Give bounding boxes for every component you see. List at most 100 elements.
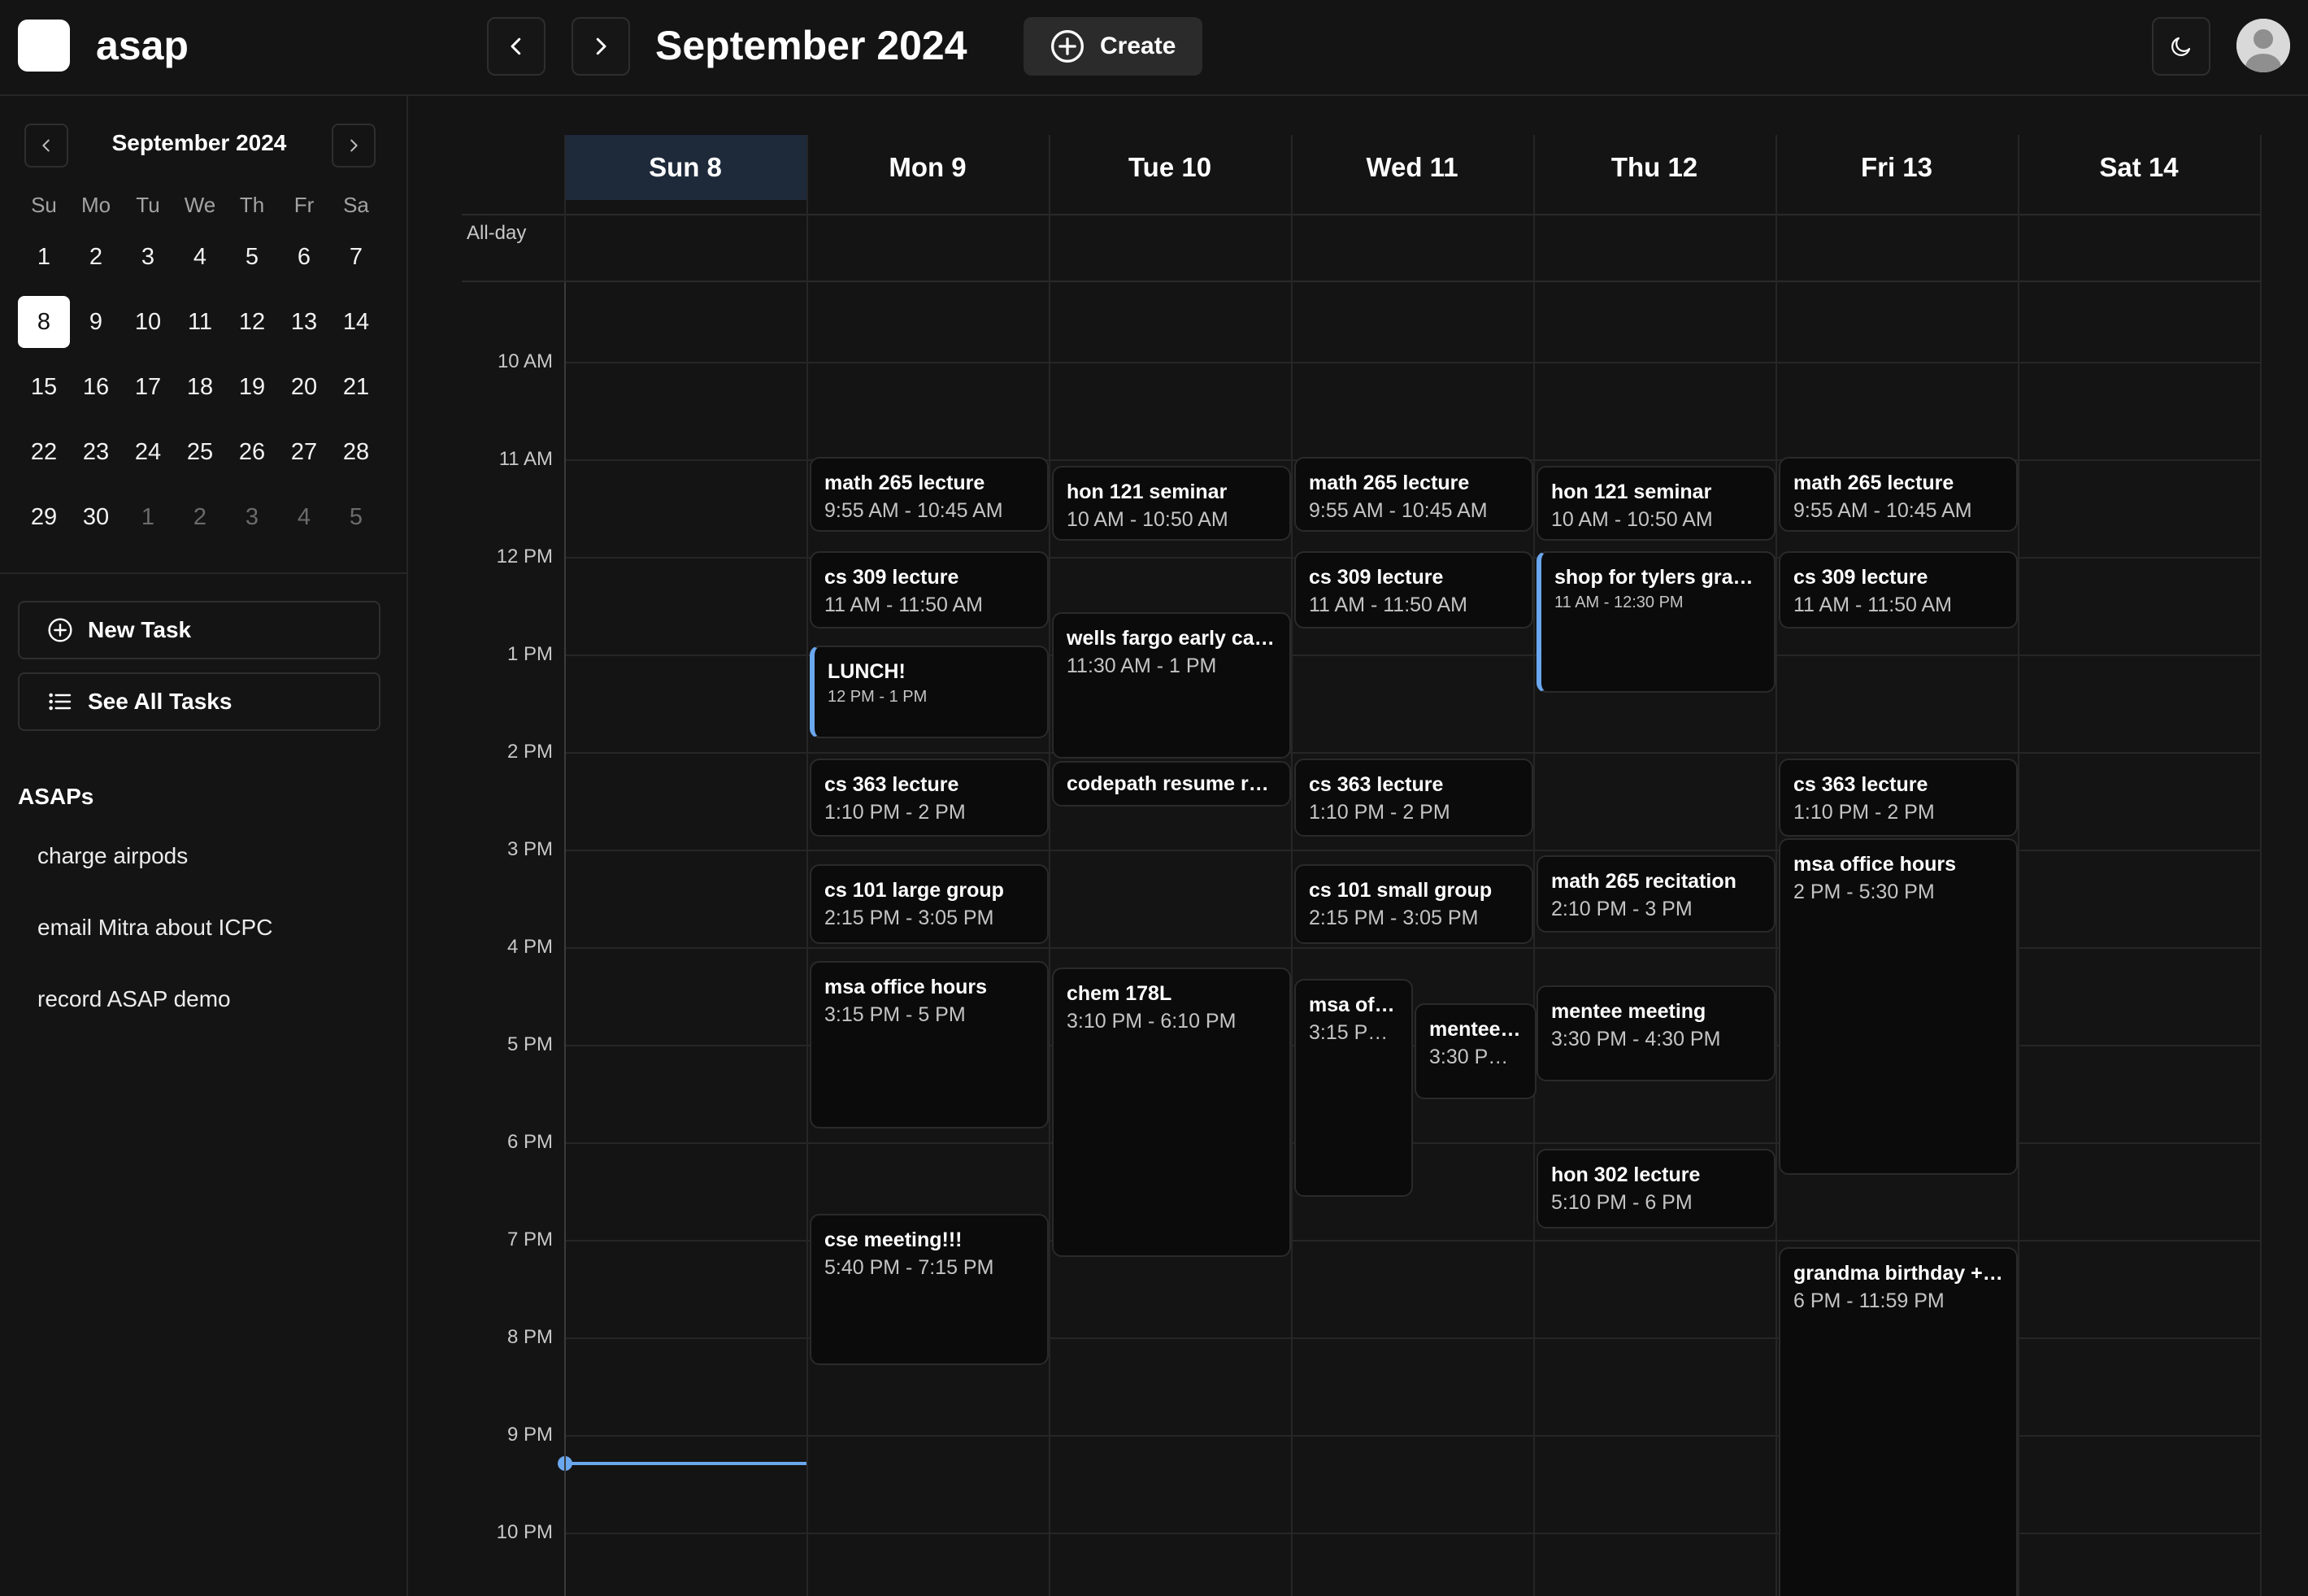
mini-day[interactable]: 11 [174,289,226,354]
calendar-event[interactable]: wells fargo early car... 11:30 AM - 1 PM [1052,612,1291,759]
mini-day[interactable]: 29 [18,485,70,550]
calendar-event[interactable]: cs 101 large group 2:15 PM - 3:05 PM [810,864,1049,944]
mini-day[interactable]: 26 [226,420,278,485]
app-logo[interactable] [18,20,70,72]
mini-day[interactable]: 16 [70,354,122,420]
mini-day[interactable]: 10 [122,289,174,354]
calendar-event[interactable]: hon 121 seminar 10 AM - 10:50 AM [1052,466,1291,541]
mini-day[interactable]: 24 [122,420,174,485]
mini-day[interactable]: 19 [226,354,278,420]
mini-day-number: 23 [82,438,110,465]
calendar-event[interactable]: grandma birthday + ... 6 PM - 11:59 PM [1779,1247,2018,1596]
event-time: 3:10 PM - 6:10 PM [1067,1010,1237,1033]
avatar[interactable] [2236,19,2290,72]
calendar-event[interactable]: hon 121 seminar 10 AM - 10:50 AM [1536,466,1776,541]
mini-day[interactable]: 13 [278,289,330,354]
theme-toggle-button[interactable] [2152,17,2210,76]
mini-day[interactable]: 7 [330,224,382,289]
event-time: 11 AM - 12:30 PM [1554,594,1684,611]
mini-day[interactable]: 30 [70,485,122,550]
calendar-event[interactable]: chem 178L 3:10 PM - 6:10 PM [1052,968,1291,1257]
mini-day[interactable]: 4 [174,224,226,289]
day-header[interactable]: Sun 8 [564,135,806,200]
calendar-event[interactable]: msa office hours 2 PM - 5:30 PM [1779,838,2018,1175]
event-time: 2:15 PM - 3:05 PM [824,907,994,929]
mini-day[interactable]: 6 [278,224,330,289]
mini-prev-month-button[interactable] [24,124,68,167]
mini-day[interactable]: 4 [278,485,330,550]
day-header[interactable]: Mon 9 [806,135,1049,200]
current-time-line [566,1462,808,1465]
mini-day[interactable]: 17 [122,354,174,420]
mini-day-selected[interactable]: 8 [18,289,70,354]
mini-calendar-title: September 2024 [111,130,287,155]
mini-day[interactable]: 14 [330,289,382,354]
mini-day[interactable]: 2 [70,224,122,289]
mini-day-number: 22 [30,438,58,465]
day-header-divider [462,214,2262,215]
calendar-event[interactable]: msa office hours 3:15 PM - 5 PM [810,961,1049,1129]
day-header[interactable]: Fri 13 [1776,135,2018,200]
calendar-event[interactable]: cs 363 lecture 1:10 PM - 2 PM [1779,759,2018,837]
mini-day[interactable]: 22 [18,420,70,485]
calendar-event[interactable]: codepath resume re... [1052,761,1291,807]
mini-day[interactable]: 28 [330,420,382,485]
see-all-tasks-button[interactable]: See All Tasks [18,672,380,731]
mini-day[interactable]: 5 [226,224,278,289]
mini-day[interactable]: 3 [226,485,278,550]
calendar-event[interactable]: msa offi... 3:15 PM ... [1294,979,1413,1197]
mini-day[interactable]: 23 [70,420,122,485]
mini-day[interactable]: 1 [122,485,174,550]
event-time: 5:40 PM - 7:15 PM [824,1256,994,1279]
calendar-event[interactable]: cs 363 lecture 1:10 PM - 2 PM [810,759,1049,837]
calendar-event[interactable]: mentee meeting 3:30 PM - 4:30 PM [1536,985,1776,1081]
day-column-divider [1776,135,1777,282]
mini-day-number: 15 [30,373,58,400]
day-header[interactable]: Thu 12 [1533,135,1776,200]
mini-day[interactable]: 25 [174,420,226,485]
mini-next-month-button[interactable] [332,124,376,167]
prev-week-button[interactable] [487,17,545,76]
day-header[interactable]: Sat 14 [2018,135,2260,200]
new-task-button[interactable]: New Task [18,601,380,659]
mini-day[interactable]: 21 [330,354,382,420]
mini-day[interactable]: 20 [278,354,330,420]
calendar-event[interactable]: shop for tylers grad... 11 AM - 12:30 PM [1536,551,1776,693]
asap-item[interactable]: charge airpods [37,843,188,869]
event-time: 11 AM - 11:50 AM [1793,594,1953,616]
calendar-event[interactable]: math 265 lecture 9:55 AM - 10:45 AM [1294,457,1533,532]
calendar-event[interactable]: cs 309 lecture 11 AM - 11:50 AM [1779,551,2018,628]
day-header[interactable]: Tue 10 [1049,135,1291,200]
calendar-event[interactable]: cs 101 small group 2:15 PM - 3:05 PM [1294,864,1533,944]
mini-day[interactable]: 1 [18,224,70,289]
event-title: cs 363 lecture [1309,773,1444,796]
calendar-event[interactable]: cse meeting!!! 5:40 PM - 7:15 PM [810,1214,1049,1365]
calendar-event[interactable]: LUNCH! 12 PM - 1 PM [810,646,1049,738]
event-title: shop for tylers grad... [1554,566,1761,589]
mini-day[interactable]: 18 [174,354,226,420]
hour-gridline [564,362,2262,363]
user-avatar-icon [2236,19,2290,72]
calendar-event[interactable]: hon 302 lecture 5:10 PM - 6 PM [1536,1149,1776,1229]
mini-day[interactable]: 9 [70,289,122,354]
calendar-event[interactable]: cs 309 lecture 11 AM - 11:50 AM [1294,551,1533,628]
mini-day[interactable]: 12 [226,289,278,354]
asaps-heading: ASAPs [18,784,94,809]
calendar-event[interactable]: math 265 lecture 9:55 AM - 10:45 AM [1779,457,2018,532]
calendar-event[interactable]: mentee ... 3:30 PM ... [1415,1003,1536,1099]
mini-day[interactable]: 5 [330,485,382,550]
calendar-event[interactable]: cs 309 lecture 11 AM - 11:50 AM [810,551,1049,628]
mini-day[interactable]: 27 [278,420,330,485]
mini-day[interactable]: 2 [174,485,226,550]
mini-day[interactable]: 15 [18,354,70,420]
asap-item[interactable]: record ASAP demo [37,986,231,1012]
calendar-event[interactable]: math 265 lecture 9:55 AM - 10:45 AM [810,457,1049,532]
calendar-event[interactable]: cs 363 lecture 1:10 PM - 2 PM [1294,759,1533,837]
asap-item[interactable]: email Mitra about ICPC [37,915,272,941]
create-button[interactable]: Create [1024,17,1202,76]
event-title: math 265 lecture [1793,472,1954,494]
day-header[interactable]: Wed 11 [1291,135,1533,200]
mini-day[interactable]: 3 [122,224,174,289]
next-week-button[interactable] [572,17,630,76]
calendar-event[interactable]: math 265 recitation 2:10 PM - 3 PM [1536,855,1776,933]
